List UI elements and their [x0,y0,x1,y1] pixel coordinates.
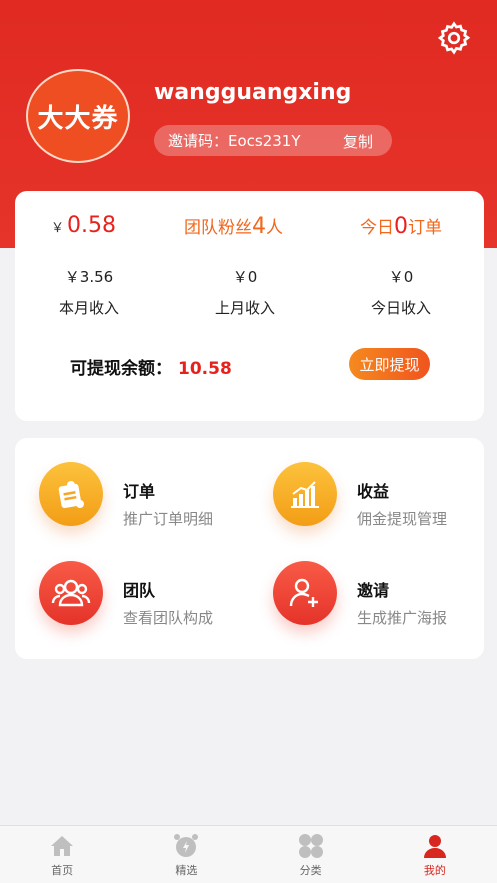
menu-orders[interactable]: 订单 推广订单明细 [15,452,235,532]
orders-prefix: 今日 [360,218,394,238]
category-icon [297,832,325,860]
alarm-clock-icon [172,832,200,860]
income-today: ￥0 今日收入 [341,266,461,318]
income-label: 上月收入 [214,299,275,317]
orders-suffix: 订单 [408,218,442,238]
today-orders-stat[interactable]: 今日0订单 [360,213,442,239]
username: wangguangxing [154,80,352,105]
bottom-tab-bar: 首页 精选 分类 我的 [0,825,497,883]
menu-title: 团队 [123,581,156,600]
withdrawable-value: 10.58 [178,359,232,379]
menu-subtitle: 生成推广海报 [357,609,448,627]
balance-value: 0.58 [67,213,116,238]
menu-subtitle: 佣金提现管理 [357,510,448,528]
fans-prefix: 团队粉丝 [184,218,252,238]
menu-title: 订单 [123,482,156,501]
income-value: ￥3.56 [64,268,114,286]
earnings-card: ￥ 0.58 团队粉丝4人 今日0订单 ￥3.56 本月收入 ￥0 上月收入 ￥0… [15,191,484,421]
settings-gear-icon[interactable] [436,20,472,56]
user-icon [421,832,449,860]
withdrawable-label: 可提现余额： [70,359,172,379]
income-last-month: ￥0 上月收入 [185,266,305,318]
menu-card: 订单 推广订单明细 收益 佣金提现管理 团队 查看团队构成 邀请 生成推广海报 [15,438,484,659]
yen-symbol: ￥ [51,221,65,236]
tab-home[interactable]: 首页 [0,826,124,883]
fans-count: 4 [252,214,266,239]
menu-subtitle: 推广订单明细 [123,510,214,528]
tab-label: 我的 [423,864,446,877]
fans-suffix: 人 [266,218,283,238]
menu-title: 邀请 [357,581,390,600]
team-fans-stat[interactable]: 团队粉丝4人 [184,213,283,239]
withdraw-now-button[interactable]: 立即提现 [349,348,430,380]
menu-team[interactable]: 团队 查看团队构成 [15,551,235,631]
income-value: ￥0 [232,268,258,286]
tab-mine[interactable]: 我的 [373,826,497,883]
copy-button[interactable]: 复制 [343,131,373,152]
tab-label: 首页 [51,864,74,877]
menu-title: 收益 [357,482,390,501]
invite-code-pill: 邀请码：Eocs231Y 复制 [154,125,392,156]
menu-subtitle: 查看团队构成 [123,609,214,627]
balance-stat[interactable]: ￥ 0.58 [51,213,116,238]
add-user-icon [273,561,337,625]
menu-invite[interactable]: 邀请 生成推广海报 [249,551,469,631]
income-value: ￥0 [388,268,414,286]
orders-count: 0 [394,214,408,239]
menu-earnings[interactable]: 收益 佣金提现管理 [249,452,469,532]
invite-code: 邀请码：Eocs231Y [168,132,301,150]
avatar-text: 大大券 [37,103,119,134]
home-icon [48,832,76,860]
tab-label: 精选 [175,864,198,877]
tab-label: 分类 [299,864,322,877]
tab-categories[interactable]: 分类 [249,826,373,883]
earnings-chart-icon [273,462,337,526]
tab-featured[interactable]: 精选 [124,826,248,883]
income-this-month: ￥3.56 本月收入 [29,266,149,318]
income-label: 本月收入 [58,299,119,317]
income-label: 今日收入 [370,299,431,317]
order-icon [39,462,103,526]
withdrawable-balance: 可提现余额： 10.58 [70,354,232,379]
team-icon [39,561,103,625]
avatar[interactable]: 大大券 [26,69,130,163]
